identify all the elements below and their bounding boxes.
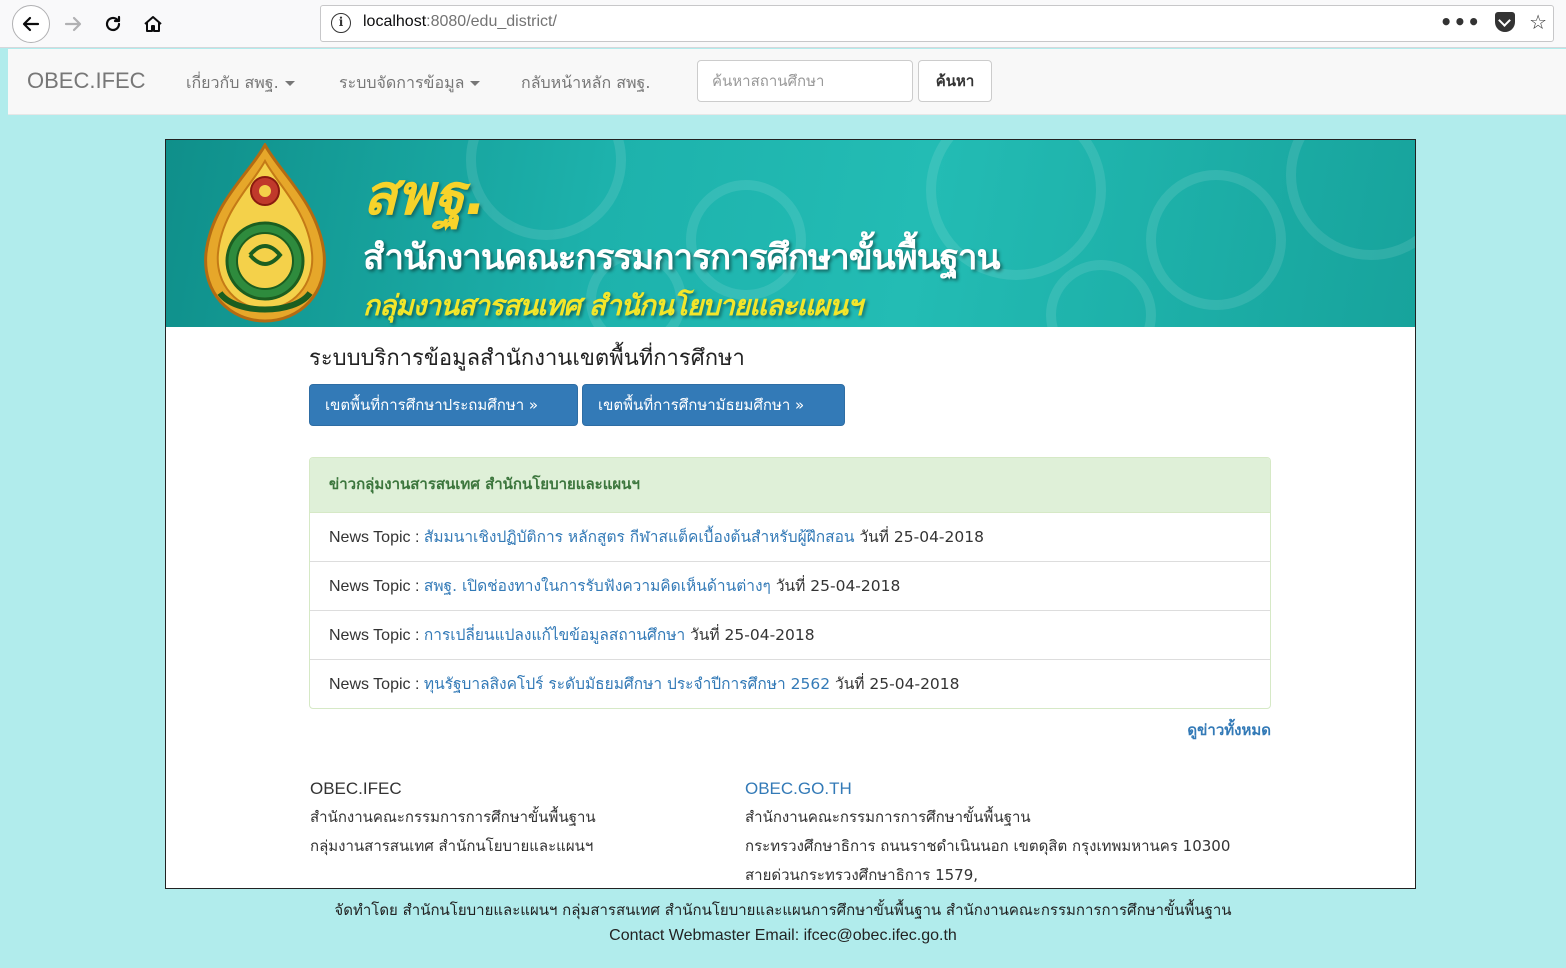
obec-seal-logo bbox=[204, 143, 326, 323]
news-link[interactable]: สพฐ. เปิดช่องทางในการรับฟังความคิดเห็นด้… bbox=[424, 577, 771, 595]
news-link[interactable]: การเปลี่ยนแปลงแก้ไขข้อมูลสถานศึกษา bbox=[424, 626, 685, 644]
header-banner: สพฐ. สำนักงานคณะกรรมการการศึกษาขั้นพื้นฐ… bbox=[166, 140, 1415, 327]
caret-down-icon bbox=[470, 81, 481, 86]
pocket-icon[interactable] bbox=[1495, 12, 1516, 32]
bookmark-star-icon[interactable]: ☆ bbox=[1529, 10, 1547, 34]
search-button[interactable]: ค้นหา bbox=[918, 60, 992, 102]
news-item: News Topic : สพฐ. เปิดช่องทางในการรับฟัง… bbox=[310, 562, 1270, 611]
site-navbar: OBEC.IFEC เกี่ยวกับ สพฐ. ระบบจัดการข้อมู… bbox=[8, 49, 1566, 115]
footer-obec-link[interactable]: OBEC.GO.TH bbox=[745, 774, 1230, 803]
more-actions-icon[interactable]: ••• bbox=[1440, 10, 1481, 34]
news-item: News Topic : สัมมนาเชิงปฏิบัติการ หลักสู… bbox=[310, 513, 1270, 562]
info-icon[interactable]: i bbox=[331, 13, 351, 33]
forward-arrow-icon[interactable] bbox=[54, 5, 92, 43]
banner-subtitle: กลุ่มงานสารสนเทศ สำนักนโยบายและแผนฯ bbox=[363, 289, 863, 322]
contact-email: Contact Webmaster Email: ifcec@obec.ifec… bbox=[609, 927, 957, 944]
main-container: สพฐ. สำนักงานคณะกรรมการการศึกษาขั้นพื้นฐ… bbox=[165, 139, 1416, 889]
menu-about-dropdown[interactable]: เกี่ยวกับ สพฐ. bbox=[186, 71, 295, 96]
caret-down-icon bbox=[284, 81, 295, 86]
credit-text: จัดทำโดย สำนักนโยบายและแผนฯ กลุ่มสารสนเท… bbox=[334, 901, 1232, 919]
news-item: News Topic : ทุนรัฐบาลสิงคโปร์ ระดับมัธย… bbox=[329, 675, 960, 693]
news-panel: ข่าวกลุ่มงานสารสนเทศ สำนักนโยบายและแผนฯ … bbox=[309, 457, 1271, 709]
banner-abbreviation: สพฐ. bbox=[363, 163, 487, 228]
secondary-district-button[interactable]: เขตพื้นที่การศึกษามัธยมศึกษา » bbox=[582, 384, 845, 426]
menu-home-link[interactable]: กลับหน้าหลัก สพฐ. bbox=[521, 71, 650, 96]
home-icon[interactable] bbox=[134, 5, 172, 43]
all-news-link[interactable]: ดูข่าวทั้งหมด bbox=[1187, 718, 1271, 742]
banner-title: สำนักงานคณะกรรมการการศึกษาขั้นพื้นฐาน bbox=[363, 238, 1001, 278]
back-arrow-icon[interactable] bbox=[12, 5, 50, 43]
primary-district-button[interactable]: เขตพื้นที่การศึกษาประถมศึกษา » bbox=[309, 384, 578, 426]
news-link[interactable]: ทุนรัฐบาลสิงคโปร์ ระดับมัธยมศึกษา ประจำป… bbox=[424, 675, 830, 693]
url-text: localhost:8080/edu_district/ bbox=[363, 13, 557, 30]
menu-data-dropdown[interactable]: ระบบจัดการข้อมูล bbox=[339, 71, 481, 96]
reload-icon[interactable] bbox=[94, 5, 132, 43]
brand-link[interactable]: OBEC.IFEC bbox=[27, 68, 146, 94]
page-title: ระบบบริการข้อมูลสำนักงานเขตพื้นที่การศึก… bbox=[309, 346, 745, 371]
footer-ifec-title: OBEC.IFEC bbox=[310, 779, 402, 798]
footer-column-obec: OBEC.GO.TH สำนักงานคณะกรรมการการศึกษาขั้… bbox=[745, 774, 1230, 888]
footer-column-ifec: OBEC.IFEC สำนักงานคณะกรรมการการศึกษาขั้น… bbox=[310, 774, 596, 861]
search-input[interactable] bbox=[697, 60, 913, 102]
browser-toolbar: i localhost:8080/edu_district/ ••• ☆ bbox=[0, 0, 1566, 48]
address-bar[interactable]: i localhost:8080/edu_district/ ••• ☆ bbox=[320, 5, 1554, 42]
news-link[interactable]: สัมมนาเชิงปฏิบัติการ หลักสูตร กีฬาสแต็คเ… bbox=[424, 528, 855, 546]
news-item: News Topic : การเปลี่ยนแปลงแก้ไขข้อมูลสถ… bbox=[310, 611, 1270, 660]
news-panel-heading: ข่าวกลุ่มงานสารสนเทศ สำนักนโยบายและแผนฯ bbox=[310, 458, 1270, 513]
